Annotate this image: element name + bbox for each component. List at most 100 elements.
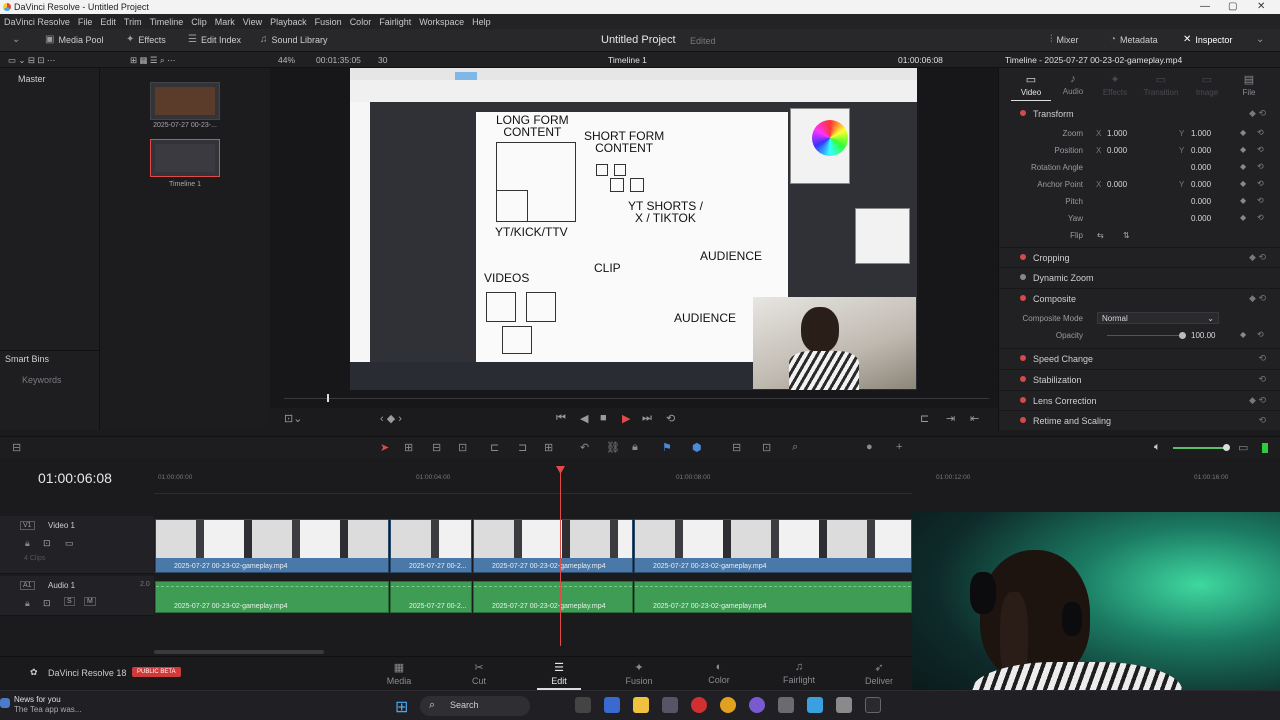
marker-icon[interactable]: ⬢	[692, 441, 702, 454]
close-icon[interactable]: ✕	[1257, 1, 1265, 12]
zoom-detail-icon[interactable]: ⊡	[762, 441, 771, 454]
audio-clip[interactable]: 2025-07-27 00-2...	[390, 581, 472, 613]
app-icon[interactable]	[778, 697, 794, 713]
prev-clip-icon[interactable]: ⇤	[970, 412, 979, 425]
zoom-in-icon[interactable]: +	[896, 441, 902, 453]
menu-playback[interactable]: Playback	[270, 17, 307, 27]
timeline[interactable]: 01:00:06:08 01:00:00:00 01:00:04:00 01:0…	[0, 458, 1228, 656]
reset-icon[interactable]: ⟲	[1257, 145, 1264, 154]
track-id[interactable]: A1	[20, 581, 35, 590]
keyframe-icon[interactable]: ◆	[1240, 196, 1246, 205]
effects-button[interactable]: ✦ Effects	[126, 34, 166, 45]
track-id[interactable]: V1	[20, 521, 35, 530]
track-visibility-icon[interactable]: ▭	[65, 538, 74, 549]
panel-toggle-icon[interactable]: ⌄	[12, 34, 20, 45]
menu-help[interactable]: Help	[472, 17, 491, 27]
menu-davinci[interactable]: DaVinci Resolve	[4, 17, 70, 27]
tab-audio[interactable]: ♪ Audio	[1053, 73, 1093, 96]
menu-mark[interactable]: Mark	[215, 17, 235, 27]
tab-image[interactable]: ▭ Image	[1187, 73, 1227, 97]
reset-icon[interactable]: ⟲	[1257, 162, 1264, 171]
reset-icon[interactable]: ⟲	[1257, 179, 1264, 188]
cropping-section[interactable]: Cropping ◆ ⟲	[999, 247, 1280, 267]
page-media[interactable]: ▦ Media	[369, 661, 429, 686]
taskbar-search[interactable]: ⌕ Search	[420, 696, 530, 716]
keyframe-icon[interactable]: ◆	[1240, 162, 1246, 171]
mixer-button[interactable]: ⫶ Mixer	[1050, 34, 1079, 45]
tab-transition[interactable]: ▭ Transition	[1141, 73, 1181, 97]
video-clip[interactable]: 2025-07-27 00-23-02-gameplay.mp4	[634, 519, 912, 573]
timeline-viewer[interactable]: LONG FORM CONTENT SHORT FORM CONTENT YT …	[270, 68, 998, 430]
transform-section[interactable]: Transform ◆ ⟲	[999, 104, 1280, 124]
settings-icon[interactable]	[662, 697, 678, 713]
zoom-out-icon[interactable]: ●	[866, 441, 873, 453]
video-clip[interactable]: 2025-07-27 00-2...	[390, 519, 472, 573]
layout-icons[interactable]: ▭ ⌄ ⊟ ⊡ ⋯	[8, 55, 55, 66]
menu-fairlight[interactable]: Fairlight	[379, 17, 411, 27]
menu-clip[interactable]: Clip	[191, 17, 207, 27]
reset-icon[interactable]: ⟲	[1257, 128, 1264, 137]
page-edit[interactable]: ☰ Edit	[529, 661, 589, 690]
sound-library-button[interactable]: ♫ Sound Library	[260, 34, 328, 45]
auto-select-icon[interactable]: ⊡	[43, 598, 51, 609]
menu-fusion[interactable]: Fusion	[315, 17, 342, 27]
mute-button[interactable]: M	[84, 597, 96, 606]
blade-tool-icon[interactable]: ⊟	[432, 441, 441, 454]
insert-clip-icon[interactable]: ⊏	[490, 441, 499, 454]
video-clip[interactable]: 2025-07-27 00-23-02-gameplay.mp4	[473, 519, 633, 573]
news-widget[interactable]: News for you The Tea app was...	[14, 695, 81, 715]
menu-timeline[interactable]: Timeline	[150, 17, 184, 27]
volume-icon[interactable]: 🔈︎	[1154, 441, 1161, 454]
task-view-icon[interactable]	[575, 697, 591, 713]
menu-file[interactable]: File	[78, 17, 93, 27]
position-lock-icon[interactable]: 🔒︎	[632, 441, 638, 454]
view-mode-icons[interactable]: ⊞ ▦ ☰ ⌕ ⋯	[130, 55, 175, 66]
flip-vertical-icon[interactable]: ⇅	[1123, 231, 1130, 240]
page-color[interactable]: ◐ Color	[689, 661, 749, 685]
reset-icon[interactable]: ◆ ⟲	[1249, 108, 1266, 119]
media-pool-button[interactable]: ▣ Media Pool	[45, 34, 103, 45]
track-name[interactable]: Audio 1	[48, 581, 75, 590]
lock-icon[interactable]: 🔒︎	[25, 538, 30, 549]
zoom-full-icon[interactable]: ⊟	[732, 441, 741, 454]
stop-icon[interactable]: ■	[600, 412, 607, 424]
page-fusion[interactable]: ✦ Fusion	[609, 661, 669, 686]
maximize-icon[interactable]: ▢	[1228, 1, 1237, 12]
replace-clip-icon[interactable]: ⊞	[544, 441, 553, 454]
playhead[interactable]	[560, 466, 561, 646]
match-frame-icon[interactable]: ⊏	[920, 412, 929, 425]
dynamic-trim-icon[interactable]: ⊡	[458, 441, 467, 454]
chrome-icon[interactable]	[720, 697, 736, 713]
volume-slider[interactable]	[1173, 447, 1228, 449]
zoom-custom-icon[interactable]: ⌕	[792, 441, 798, 454]
reset-icon[interactable]: ⟲	[1257, 196, 1264, 205]
track-name[interactable]: Video 1	[48, 521, 75, 530]
next-clip-icon[interactable]: ⇥	[946, 412, 955, 425]
edit-index-button[interactable]: ☰ Edit Index	[188, 34, 241, 45]
clip-thumbnail[interactable]	[150, 82, 220, 120]
davinci-taskbar-icon[interactable]	[865, 697, 881, 713]
opacity-slider[interactable]	[1107, 335, 1183, 336]
timeline-scrollbar[interactable]	[154, 650, 324, 654]
tab-effects[interactable]: ✦ Effects	[1095, 73, 1135, 97]
reset-icon[interactable]: ⟲	[1257, 330, 1264, 339]
keyframe-icon[interactable]: ◆	[1240, 128, 1246, 137]
reset-icon[interactable]: ⟲	[1257, 213, 1264, 222]
master-bin[interactable]: Master	[18, 74, 46, 84]
composite-section[interactable]: Composite ◆ ⟲	[999, 288, 1280, 308]
volume-slider-knob[interactable]	[1223, 444, 1230, 451]
audio-clip[interactable]: 2025-07-27 00-23-02-gameplay.mp4	[634, 581, 912, 613]
file-explorer-icon[interactable]	[633, 697, 649, 713]
snapping-icon[interactable]: ↶	[580, 441, 589, 454]
zoom-level[interactable]: 44%	[278, 55, 295, 65]
selection-tool-icon[interactable]: ➤	[380, 441, 389, 454]
page-fairlight[interactable]: ♫ Fairlight	[769, 661, 829, 685]
keyframe-icon[interactable]: ◆	[1240, 145, 1246, 154]
audio-clip[interactable]: 2025-07-27 00-23-02-gameplay.mp4	[473, 581, 633, 613]
minimize-icon[interactable]: —	[1200, 1, 1210, 12]
keyframe-icon[interactable]: ◆	[1240, 213, 1246, 222]
keyframe-icon[interactable]: ◆	[1240, 179, 1246, 188]
menu-trim[interactable]: Trim	[124, 17, 142, 27]
metadata-button[interactable]: ◔ Metadata	[1110, 34, 1158, 45]
go-to-end-icon[interactable]: ⏭	[642, 412, 652, 425]
